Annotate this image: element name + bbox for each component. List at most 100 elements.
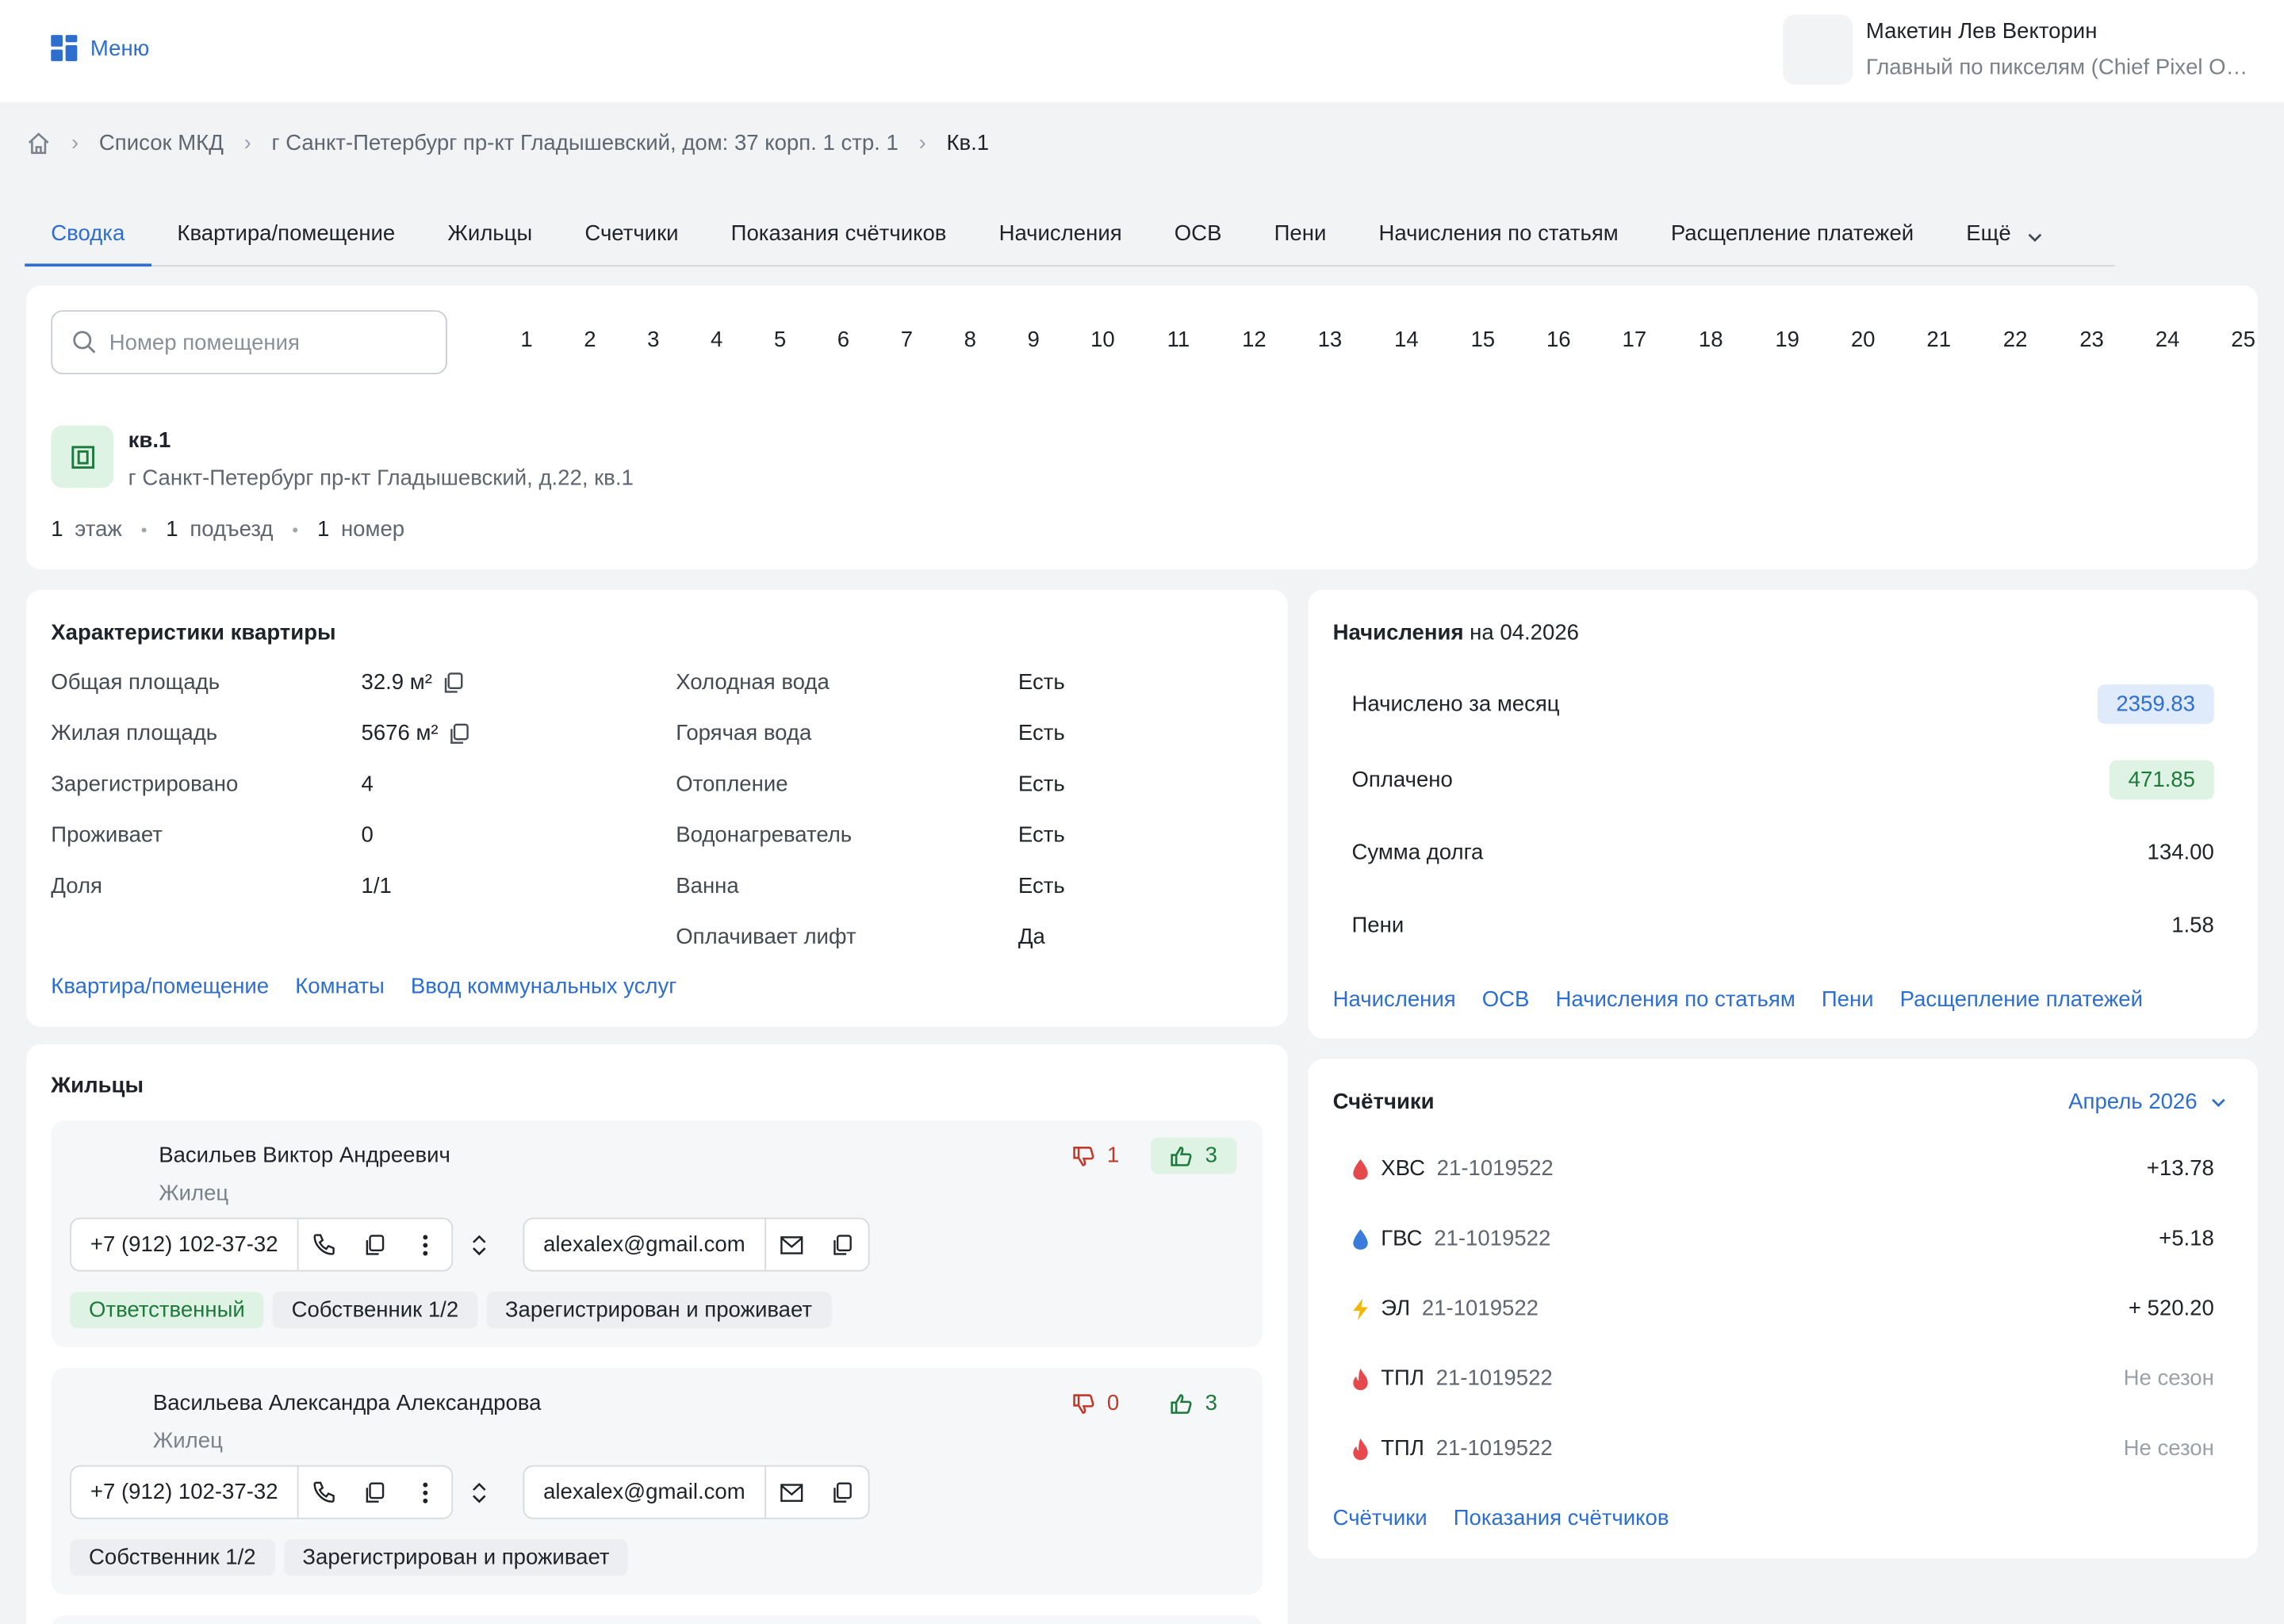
more-vertical-icon[interactable]	[400, 1467, 451, 1518]
page-item[interactable]: 19	[1749, 327, 1826, 352]
page-item[interactable]: 4	[684, 327, 749, 352]
tab-charges-by-item[interactable]: Начисления по статьям	[1352, 207, 1644, 266]
link-apartment[interactable]: Квартира/помещение	[51, 975, 269, 999]
mail-icon[interactable]	[765, 1219, 816, 1270]
page-item[interactable]: 14	[1368, 327, 1445, 352]
page-item[interactable]: 21	[1901, 327, 1977, 352]
dashboard-icon	[51, 35, 78, 62]
tag: Ответственный	[70, 1292, 264, 1329]
tab-residents[interactable]: Жильцы	[421, 207, 558, 266]
prop-value: Есть	[1017, 772, 1065, 797]
apartment-number: 1	[316, 517, 330, 542]
link-osv[interactable]: ОСВ	[1482, 987, 1530, 1012]
user-profile[interactable]: Макетин Лев Векторин Главный по пикселям…	[1783, 14, 2251, 85]
link-meter-readings[interactable]: Показания счётчиков	[1454, 1506, 1669, 1530]
page-item[interactable]: 11	[1140, 327, 1217, 352]
page-item[interactable]: 6	[811, 327, 876, 352]
home-icon[interactable]	[26, 130, 51, 155]
link-rooms[interactable]: Комнаты	[295, 975, 385, 999]
link-utilities-input[interactable]: Ввод коммунальных услуг	[411, 975, 676, 999]
copy-icon[interactable]	[447, 722, 470, 745]
page-item[interactable]: 7	[876, 327, 938, 352]
page-item[interactable]: 2	[558, 327, 622, 352]
menu-label: Меню	[90, 36, 150, 61]
breadcrumb-item-list[interactable]: Список МКД	[99, 130, 224, 155]
prop-label: Оплачивает лифт	[676, 925, 856, 950]
prop-label: Горячая вода	[676, 721, 812, 746]
page-item[interactable]: 9	[1002, 327, 1065, 352]
page-item[interactable]: 5	[749, 327, 811, 352]
resident-card	[51, 1614, 1263, 1624]
copy-icon[interactable]	[350, 1219, 400, 1270]
menu-button[interactable]: Меню	[51, 35, 150, 62]
page-item[interactable]: 22	[1976, 327, 2053, 352]
link-payment-split[interactable]: Расщепление платежей	[1900, 987, 2143, 1012]
page-item[interactable]: 25	[2205, 327, 2282, 352]
resident-tags: Ответственный Собственник 1/2 Зарегистри…	[70, 1292, 831, 1329]
tab-meters[interactable]: Счетчики	[558, 207, 704, 266]
page-item[interactable]: 12	[1217, 327, 1293, 352]
meter-row[interactable]: ТПЛ 21-1019522 Не сезон	[1351, 1366, 2214, 1391]
page-item[interactable]: 15	[1445, 327, 1521, 352]
copy-icon[interactable]	[817, 1467, 868, 1518]
page-item[interactable]: 18	[1673, 327, 1749, 352]
tab-summary[interactable]: Сводка	[25, 207, 151, 267]
link-penalties[interactable]: Пени	[1822, 987, 1874, 1012]
charges-row-label: Сумма долга	[1351, 840, 1484, 866]
search-field[interactable]	[51, 310, 447, 375]
prop-label: Проживает	[51, 822, 163, 848]
search-icon	[73, 331, 96, 354]
like-button[interactable]: 3	[1152, 1385, 1236, 1422]
phone-icon[interactable]	[298, 1219, 349, 1270]
page-item[interactable]: 17	[1596, 327, 1673, 352]
copy-icon[interactable]	[350, 1467, 400, 1518]
meters-title: Счётчики	[1332, 1089, 1435, 1115]
tab-more[interactable]: Ещё	[1940, 207, 2069, 266]
separator-dot: •	[292, 519, 299, 540]
page-item[interactable]: 20	[1825, 327, 1901, 352]
meter-row[interactable]: ТПЛ 21-1019522 Не сезон	[1351, 1436, 2214, 1461]
charges-row: Начислено за месяц 2359.83	[1351, 684, 2214, 724]
tab-meter-readings[interactable]: Показания счётчиков	[705, 207, 973, 266]
meter-row[interactable]: ГВС 21-1019522 +5.18	[1351, 1227, 2214, 1251]
page-item[interactable]: 10	[1065, 327, 1141, 352]
tab-payment-split[interactable]: Расщепление платежей	[1645, 207, 1940, 266]
page-item[interactable]: 8	[938, 327, 1002, 352]
resident-role: Жилец	[152, 1428, 223, 1454]
link-charges[interactable]: Начисления	[1333, 987, 1456, 1012]
phone-icon[interactable]	[298, 1467, 349, 1518]
tab-penalties[interactable]: Пени	[1248, 207, 1353, 266]
tag: Зарегистрирован и проживает	[283, 1539, 629, 1576]
dislike-button[interactable]: 1	[1053, 1137, 1138, 1174]
breadcrumb-item-building[interactable]: г Санкт-Петербург пр-кт Гладышевский, до…	[271, 130, 898, 155]
dislike-button[interactable]: 0	[1053, 1385, 1138, 1422]
like-button[interactable]: 3	[1151, 1137, 1236, 1174]
search-input[interactable]	[109, 330, 430, 355]
expand-collapse-icon[interactable]	[470, 1234, 488, 1262]
mail-icon[interactable]	[765, 1467, 816, 1518]
expand-collapse-icon[interactable]	[470, 1481, 488, 1509]
link-charges-by-item[interactable]: Начисления по статьям	[1556, 987, 1795, 1012]
tab-apartment[interactable]: Квартира/помещение	[151, 207, 421, 266]
period-select[interactable]: Апрель 2026	[2068, 1090, 2228, 1114]
page-item[interactable]: 16	[1521, 327, 1597, 352]
more-vertical-icon[interactable]	[400, 1219, 451, 1270]
resident-name: Васильев Виктор Андреевич	[159, 1143, 450, 1169]
copy-icon[interactable]	[817, 1219, 868, 1270]
page-item[interactable]: 1	[495, 327, 558, 352]
email-value: alexalex@gmail.com	[524, 1466, 766, 1518]
link-meters[interactable]: Счётчики	[1333, 1506, 1428, 1530]
meter-row[interactable]: ЭЛ 21-1019522 + 520.20	[1351, 1297, 2214, 1321]
tab-charges[interactable]: Начисления	[973, 207, 1148, 266]
page-item[interactable]: 24	[2129, 327, 2205, 352]
page-item[interactable]: 3	[622, 327, 684, 352]
copy-icon[interactable]	[441, 671, 464, 694]
thumbs-down-icon	[1073, 1146, 1094, 1166]
page-item[interactable]: 23	[2054, 327, 2130, 352]
tab-osv[interactable]: ОСВ	[1148, 207, 1248, 266]
meter-row[interactable]: ХВС 21-1019522 +13.78	[1351, 1156, 2214, 1182]
phone-value: +7 (912) 102-37-32	[71, 1466, 299, 1518]
page-item[interactable]: 13	[1292, 327, 1368, 352]
prop-value: Есть	[1017, 874, 1065, 899]
prop-label: Ванна	[676, 874, 739, 899]
